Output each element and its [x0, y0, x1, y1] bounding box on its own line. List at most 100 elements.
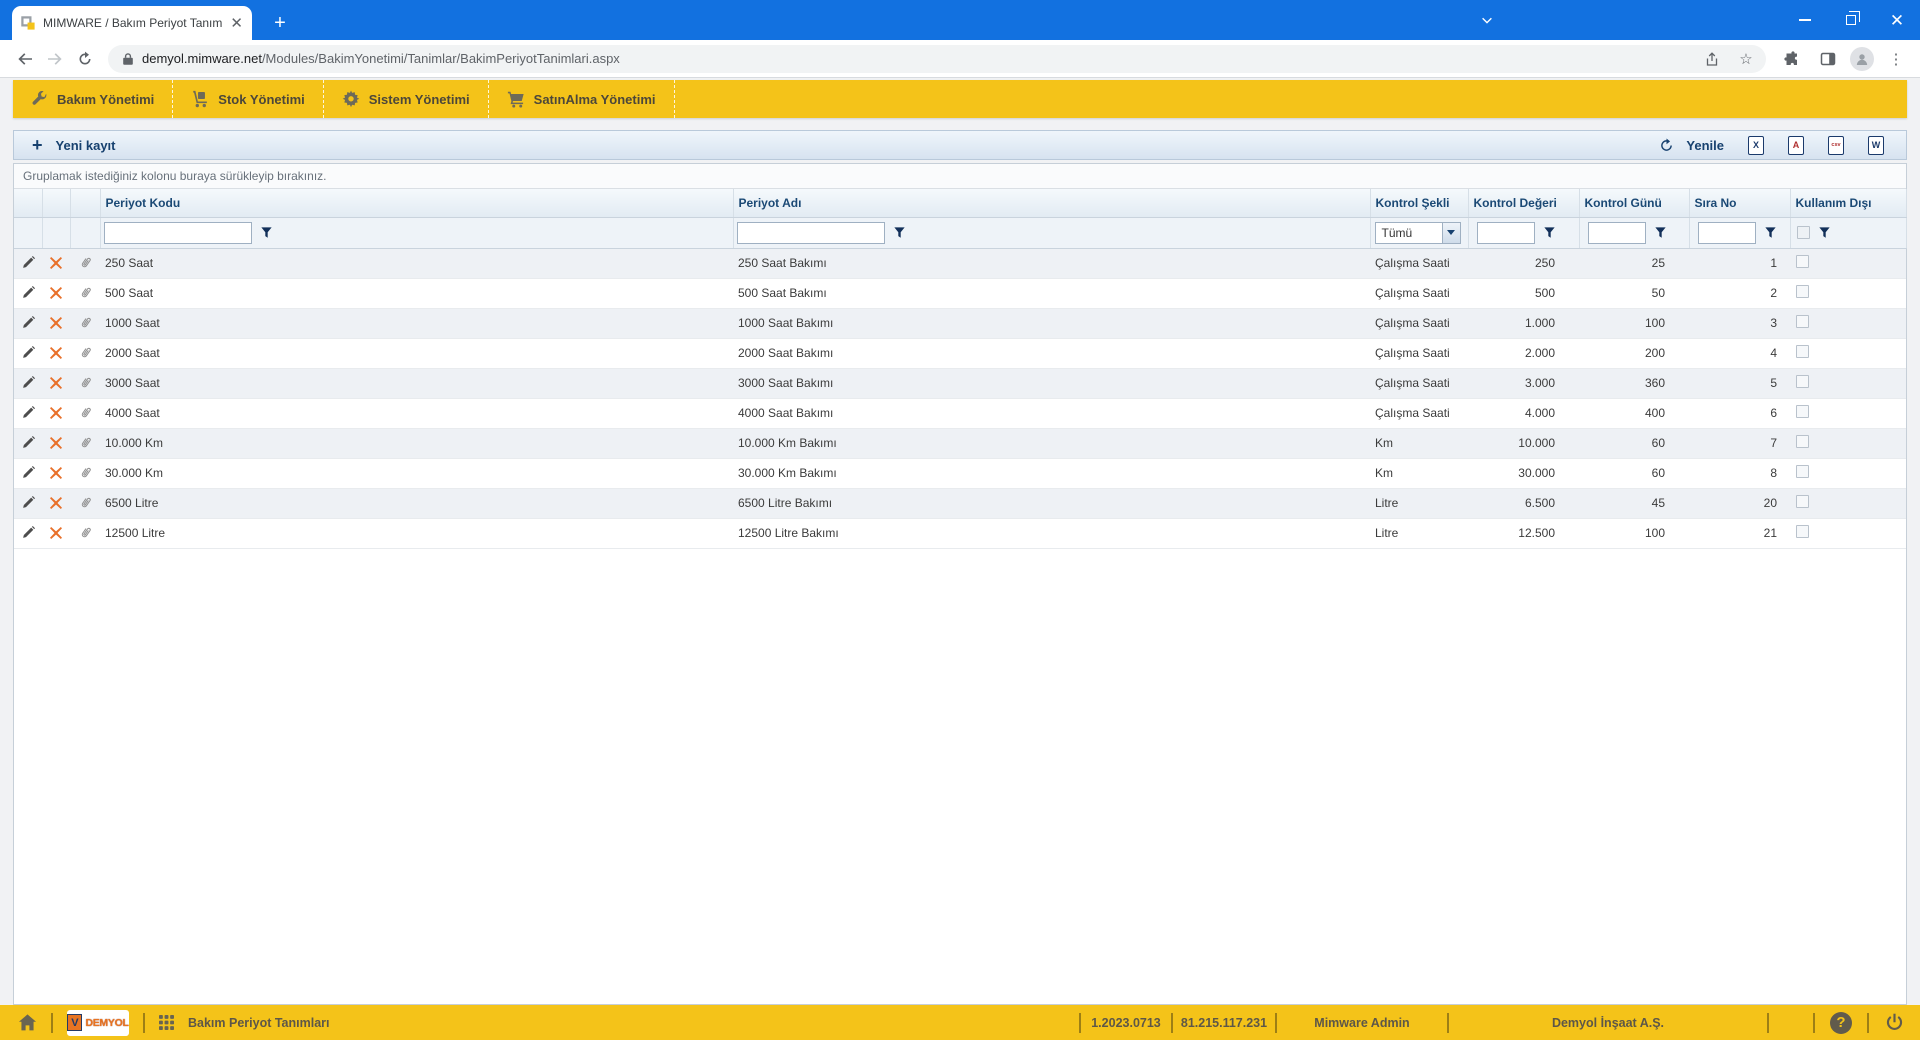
- edit-icon[interactable]: [19, 464, 37, 482]
- table-row[interactable]: 10.000 Km 10.000 Km Bakımı Km 10.000 60 …: [14, 428, 1906, 459]
- edit-icon[interactable]: [19, 524, 37, 542]
- tab-close-icon[interactable]: ✕: [230, 16, 243, 31]
- delete-icon[interactable]: [47, 284, 65, 302]
- side-panel-icon[interactable]: [1814, 45, 1842, 73]
- attachment-icon[interactable]: [76, 374, 94, 392]
- profile-avatar[interactable]: [1850, 46, 1874, 71]
- edit-icon[interactable]: [19, 494, 37, 512]
- kullanim-disi-checkbox[interactable]: [1796, 495, 1809, 508]
- delete-icon[interactable]: [47, 494, 65, 512]
- col-header-periyot-adi[interactable]: Periyot Adı: [733, 189, 1371, 218]
- filter-funnel-icon[interactable]: [1655, 227, 1666, 238]
- browser-menu-icon[interactable]: ⋮: [1882, 45, 1910, 73]
- extensions-puzzle-icon[interactable]: [1778, 45, 1806, 73]
- table-row[interactable]: 1000 Saat 1000 Saat Bakımı Çalışma Saati…: [14, 308, 1906, 339]
- filter-funnel-icon[interactable]: [1765, 227, 1776, 238]
- filter-funnel-icon[interactable]: [1544, 227, 1555, 238]
- reload-button[interactable]: [70, 44, 100, 74]
- kullanim-disi-checkbox[interactable]: [1796, 285, 1809, 298]
- table-row[interactable]: 12500 Litre 12500 Litre Bakımı Litre 12.…: [14, 518, 1906, 549]
- table-row[interactable]: 2000 Saat 2000 Saat Bakımı Çalışma Saati…: [14, 338, 1906, 369]
- attachment-icon[interactable]: [76, 524, 94, 542]
- filter-funnel-icon[interactable]: [894, 227, 905, 238]
- edit-icon[interactable]: [19, 374, 37, 392]
- kullanim-disi-checkbox[interactable]: [1796, 255, 1809, 268]
- delete-icon[interactable]: [47, 374, 65, 392]
- attachment-icon[interactable]: [76, 284, 94, 302]
- delete-icon[interactable]: [47, 254, 65, 272]
- new-record-button[interactable]: + Yeni kayıt: [32, 136, 116, 154]
- col-header-periyot-kodu[interactable]: Periyot Kodu: [100, 189, 734, 218]
- window-restore-button[interactable]: [1828, 0, 1874, 40]
- menu-bakim-yonetimi[interactable]: Bakım Yönetimi: [13, 80, 174, 118]
- menu-sistem-yonetimi[interactable]: Sistem Yönetimi: [324, 80, 489, 118]
- filter-funnel-icon[interactable]: [1819, 227, 1830, 238]
- home-icon[interactable]: [18, 1013, 37, 1032]
- filter-funnel-icon[interactable]: [261, 227, 272, 238]
- export-xls-icon[interactable]: X: [1748, 135, 1764, 155]
- refresh-icon[interactable]: [1659, 138, 1674, 153]
- edit-icon[interactable]: [19, 434, 37, 452]
- kullanim-disi-checkbox[interactable]: [1796, 315, 1809, 328]
- filter-kontrol-sekli-dropdown[interactable]: Tümü: [1374, 221, 1461, 244]
- address-bar[interactable]: demyol.mimware.net/Modules/BakimYonetimi…: [108, 44, 1766, 73]
- window-close-button[interactable]: ✕: [1874, 0, 1920, 40]
- table-row[interactable]: 3000 Saat 3000 Saat Bakımı Çalışma Saati…: [14, 368, 1906, 399]
- delete-icon[interactable]: [47, 524, 65, 542]
- delete-icon[interactable]: [47, 344, 65, 362]
- delete-icon[interactable]: [47, 314, 65, 332]
- table-row[interactable]: 4000 Saat 4000 Saat Bakımı Çalışma Saati…: [14, 398, 1906, 429]
- help-icon[interactable]: ?: [1830, 1011, 1852, 1034]
- edit-icon[interactable]: [19, 284, 37, 302]
- table-row[interactable]: 250 Saat 250 Saat Bakımı Çalışma Saati 2…: [14, 248, 1906, 279]
- delete-icon[interactable]: [47, 434, 65, 452]
- table-row[interactable]: 30.000 Km 30.000 Km Bakımı Km 30.000 60 …: [14, 458, 1906, 489]
- edit-icon[interactable]: [19, 404, 37, 422]
- dropdown-arrow-icon[interactable]: [1441, 222, 1460, 243]
- forward-button[interactable]: [40, 44, 70, 74]
- kullanim-disi-checkbox[interactable]: [1796, 345, 1809, 358]
- attachment-icon[interactable]: [76, 254, 94, 272]
- col-header-kontrol-gunu[interactable]: Kontrol Günü: [1579, 189, 1690, 218]
- kullanim-disi-checkbox[interactable]: [1796, 465, 1809, 478]
- attachment-icon[interactable]: [76, 344, 94, 362]
- filter-kontrol-gunu-input[interactable]: [1587, 221, 1646, 244]
- new-tab-button[interactable]: +: [266, 9, 294, 37]
- browser-tab[interactable]: MIMWARE / Bakım Periyot Tanım ✕: [12, 6, 252, 40]
- export-pdf-icon[interactable]: A: [1788, 135, 1804, 155]
- kullanim-disi-checkbox[interactable]: [1796, 525, 1809, 538]
- filter-periyot-kodu-input[interactable]: [103, 221, 252, 244]
- menu-stok-yonetimi[interactable]: Stok Yönetimi: [173, 80, 324, 118]
- filter-periyot-adi-input[interactable]: [736, 221, 885, 244]
- edit-icon[interactable]: [19, 344, 37, 362]
- attachment-icon[interactable]: [76, 404, 94, 422]
- refresh-button[interactable]: Yenile: [1686, 138, 1724, 153]
- filter-kullanim-disi-checkbox[interactable]: [1796, 226, 1810, 239]
- delete-icon[interactable]: [47, 404, 65, 422]
- back-button[interactable]: [10, 44, 40, 74]
- col-header-kullanim-disi[interactable]: Kullanım Dışı: [1790, 189, 1907, 218]
- attachment-icon[interactable]: [76, 434, 94, 452]
- attachment-icon[interactable]: [76, 314, 94, 332]
- apps-grid-icon[interactable]: [159, 1015, 174, 1030]
- col-header-kontrol-sekli[interactable]: Kontrol Şekli: [1370, 189, 1469, 218]
- kullanim-disi-checkbox[interactable]: [1796, 435, 1809, 448]
- attachment-icon[interactable]: [76, 464, 94, 482]
- edit-icon[interactable]: [19, 314, 37, 332]
- table-row[interactable]: 500 Saat 500 Saat Bakımı Çalışma Saati 5…: [14, 278, 1906, 309]
- col-header-kontrol-degeri[interactable]: Kontrol Değeri: [1468, 189, 1580, 218]
- filter-kontrol-degeri-input[interactable]: [1476, 221, 1535, 244]
- group-panel[interactable]: Gruplamak istediğiniz kolonu buraya sürü…: [14, 164, 1906, 189]
- logout-power-icon[interactable]: [1869, 1005, 1920, 1040]
- export-csv-icon[interactable]: csv: [1828, 135, 1844, 155]
- kullanim-disi-checkbox[interactable]: [1796, 405, 1809, 418]
- export-doc-icon[interactable]: W: [1868, 135, 1884, 155]
- attachment-icon[interactable]: [76, 494, 94, 512]
- tab-search-chevron-icon[interactable]: [1464, 0, 1510, 40]
- menu-satinalma-yonetimi[interactable]: SatınAlma Yönetimi: [489, 80, 675, 118]
- edit-icon[interactable]: [19, 254, 37, 272]
- col-header-sira-no[interactable]: Sıra No: [1689, 189, 1791, 218]
- window-minimize-button[interactable]: [1782, 0, 1828, 40]
- filter-sira-no-input[interactable]: [1697, 221, 1756, 244]
- delete-icon[interactable]: [47, 464, 65, 482]
